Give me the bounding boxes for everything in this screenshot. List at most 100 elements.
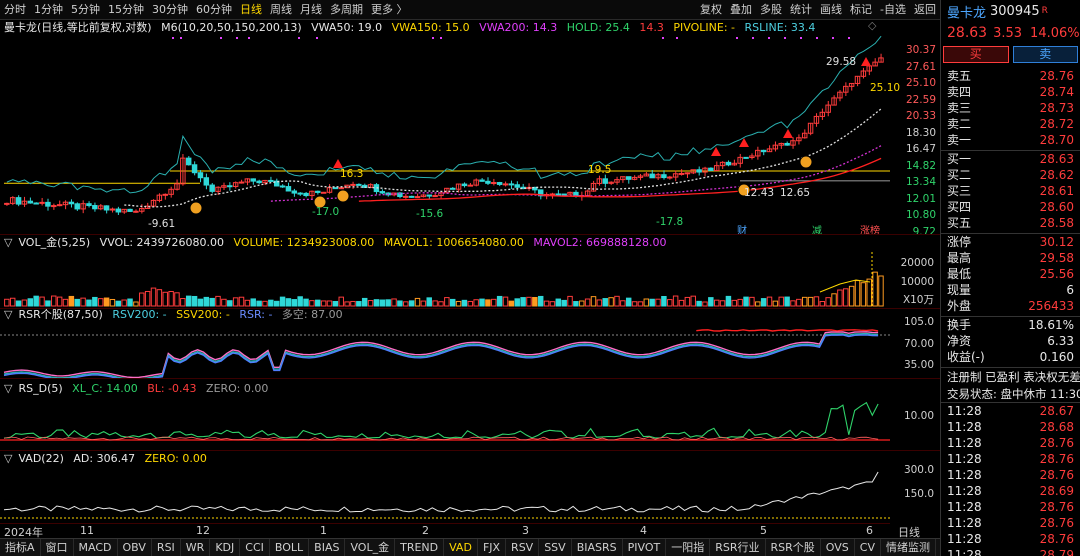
vol-axis-label-mid: 10000 [900,276,934,288]
vad-collapse-icon[interactable]: ▽ [4,452,12,465]
period-tab[interactable]: 分时 [0,0,30,20]
period-tab[interactable]: 更多 〉 [367,0,412,20]
quote-panel: 曼卡龙 300945 R 28.63 3.53 14.06% 买 卖 卖五 28.… [940,0,1080,556]
vol-collapse-icon[interactable]: ▽ [4,236,12,249]
book-row[interactable]: 卖三 28.73 [941,100,1080,116]
period-tab[interactable]: 60分钟 [192,0,236,20]
chart-tool-button[interactable]: 标记 [846,0,876,20]
indicator-tab[interactable]: BIASRS [572,539,623,556]
stat-row: 换手 18.61% [941,317,1080,333]
indicator-tab[interactable]: PIVOT [623,539,667,556]
buy-button[interactable]: 买 [943,45,1009,63]
book-row[interactable]: 卖五 28.76 [941,68,1080,84]
indicator-tab[interactable]: KDJ [210,539,241,556]
period-tab[interactable]: 日线 [236,0,266,20]
chart-tool-button[interactable]: 复权 [696,0,726,20]
chart-tool-button[interactable]: 多股 [756,0,786,20]
book-row[interactable]: 买二 28.62 [941,167,1080,183]
volume-bar [625,297,632,307]
period-tab[interactable]: 30分钟 [148,0,192,20]
book-level-label: 卖四 [947,85,972,99]
stat-label: 最高 [947,251,972,265]
book-row[interactable]: 卖二 28.72 [941,116,1080,132]
chart-annotation: -9.61 [148,218,176,230]
indicator-tab[interactable]: OBV [118,539,152,556]
volume-bar [696,300,702,307]
indicator-tab[interactable]: RSR行业 [710,539,766,556]
indicator-tab[interactable]: VOL_金 [345,539,396,556]
volume-bar [309,300,315,307]
indicator-tab[interactable]: WR [181,539,211,556]
date-axis-label: 4 [640,524,647,537]
vad-title[interactable]: VAD(22) [18,452,63,465]
main-chart-title: 曼卡龙(日线,等比前复权,对数) [4,21,152,34]
sell-button[interactable]: 卖 [1012,45,1078,63]
period-tab[interactable]: 月线 [296,0,326,20]
indicator-tab[interactable]: CV [855,539,881,556]
rsd-collapse-icon[interactable]: ▽ [4,382,12,395]
volume-bar [555,298,562,307]
ask-book: 卖五 28.76 卖四 28.74 卖三 28.73 卖二 28.72 卖一 28.70 [941,68,1080,151]
tick-time: 11:28 [947,420,982,434]
volume-bar [813,296,820,307]
chart-tool-button[interactable]: -自选 [876,0,910,20]
volume-bar [590,296,597,307]
rsr-collapse-icon[interactable]: ▽ [4,308,12,321]
chart-tool-button[interactable]: 叠加 [726,0,756,20]
indicator-tab[interactable]: CCI [240,539,270,556]
volume-bar [121,299,127,307]
volume-bar [778,296,784,307]
book-row[interactable]: 卖四 28.74 [941,84,1080,100]
vol-title[interactable]: VOL_金(5,25) [18,236,90,249]
indicator-tab[interactable]: 指标A [0,539,41,556]
chart-tool-button[interactable]: 画线 [816,0,846,20]
indicator-tab[interactable]: TREND [395,539,445,556]
indicator-tab[interactable]: 窗口 [41,539,74,556]
chart-tool-button[interactable]: 统计 [786,0,816,20]
indicator-tab[interactable]: VAD [444,539,478,556]
vol-header: ▽ VOL_金(5,25) VVOL: 2439726080.00 VOLUME:… [4,236,673,250]
period-tab[interactable]: 15分钟 [104,0,148,20]
volume-bar [532,296,538,307]
indicator-name[interactable]: M6(10,20,50,150,200,13) [161,21,302,34]
collapse-icon[interactable]: ◇ [868,19,876,32]
book-level-price: 28.60 [1039,200,1074,214]
volume-bar [215,295,221,307]
indicator-tab[interactable]: RSI [152,539,181,556]
indicator-tab[interactable]: BOLL [270,539,310,556]
indicator-tab[interactable]: RSV [506,539,540,556]
book-row[interactable]: 卖一 28.70 [941,132,1080,148]
tick-time: 11:28 [947,516,982,530]
indicator-tab[interactable]: OVS [821,539,855,556]
stat-value: 29.58 [1039,251,1074,265]
stat-label: 最低 [947,267,972,281]
indicator-tab[interactable]: RSR个股 [766,539,821,556]
volume-bar [109,298,116,307]
indicator-tab[interactable]: 情绪监测 [881,539,936,556]
book-row[interactable]: 买五 28.58 [941,215,1080,231]
indicator-tab[interactable]: MACD [74,539,118,556]
rsd-title[interactable]: RS_D(5) [18,382,62,395]
volume-bar [303,298,309,307]
book-row[interactable]: 买四 28.60 [941,199,1080,215]
rsr-title[interactable]: RSR个股(87,50) [18,308,102,321]
bid-book: 买一 28.63 买二 28.62 买三 28.61 买四 28.60 买五 28.58 [941,151,1080,234]
chart-tool-button[interactable]: 返回 [910,0,940,20]
period-tab[interactable]: 周线 [266,0,296,20]
indicator-tab[interactable]: 一阳指 [666,539,711,556]
book-row[interactable]: 买一 28.63 [941,151,1080,167]
indicator-tab[interactable]: FJX [478,539,507,556]
indicator-tab[interactable]: SSV [539,539,572,556]
volume-bar [567,295,573,307]
period-tab[interactable]: 多周期 [326,0,367,20]
tick-row: 11:28 28.76 [941,531,1080,547]
volume-bar [426,297,432,307]
volume-bar [115,300,122,307]
volume-bar [273,300,280,307]
period-tab[interactable]: 1分钟 [30,0,67,20]
period-tab[interactable]: 5分钟 [67,0,104,20]
book-row[interactable]: 买三 28.61 [941,183,1080,199]
indicator-tab[interactable]: BIAS [309,539,346,556]
volume-bar [62,298,69,307]
stock-tags: 注册制 已盈利 表决权无差 [947,370,1080,384]
